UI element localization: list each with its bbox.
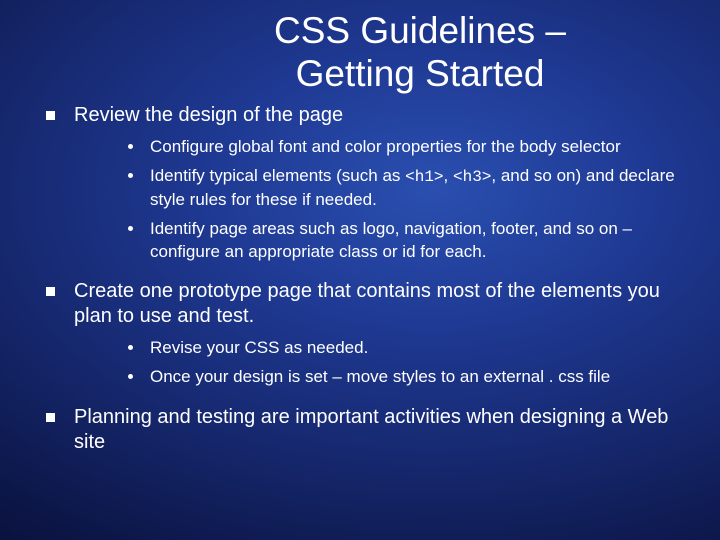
bullet-3-text: Planning and testing are important activ…: [74, 406, 668, 453]
bullet-1-sublist: Configure global font and color properti…: [124, 136, 680, 263]
bullet-1-1: Configure global font and color properti…: [124, 136, 680, 159]
bullet-1-text: Review the design of the page: [74, 104, 343, 126]
bullet-1-3: Identify page areas such as logo, naviga…: [124, 218, 680, 264]
bullet-1-2-mid: ,: [444, 166, 453, 185]
code-h3: <h3>: [453, 168, 491, 186]
slide: CSS Guidelines – Getting Started Review …: [0, 0, 720, 540]
bullet-3: Planning and testing are important activ…: [40, 405, 680, 455]
bullet-1-2: Identify typical elements (such as <h1>,…: [124, 165, 680, 212]
bullet-2-2: Once your design is set – move styles to…: [124, 366, 680, 389]
bullet-2: Create one prototype page that contains …: [40, 279, 680, 389]
slide-title: CSS Guidelines – Getting Started: [40, 10, 680, 95]
title-line-2: Getting Started: [296, 53, 545, 94]
bullet-2-sublist: Revise your CSS as needed. Once your des…: [124, 337, 680, 389]
bullet-1: Review the design of the page Configure …: [40, 103, 680, 263]
bullet-1-2-prefix: Identify typical elements (such as: [150, 166, 405, 185]
title-line-1: CSS Guidelines –: [274, 10, 566, 51]
bullet-2-text: Create one prototype page that contains …: [74, 280, 660, 327]
bullet-list: Review the design of the page Configure …: [40, 103, 680, 455]
bullet-2-1: Revise your CSS as needed.: [124, 337, 680, 360]
code-h1: <h1>: [405, 168, 443, 186]
